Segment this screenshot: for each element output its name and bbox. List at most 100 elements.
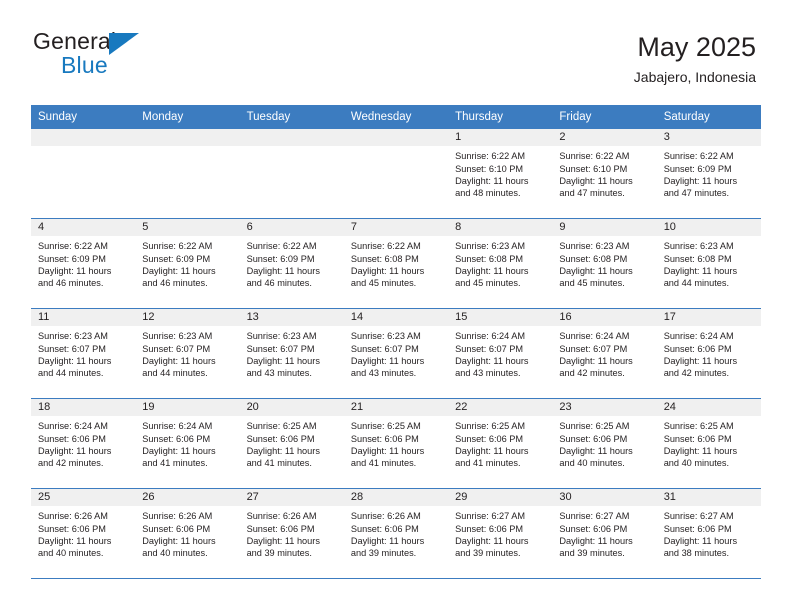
daylight-text-line2: and 45 minutes. [559,277,625,288]
day-number: 3 [656,129,761,147]
sunrise-text: Sunrise: 6:24 AM [38,421,108,432]
daylight-text-line1: Daylight: 11 hours [663,445,738,456]
sunrise-text: Sunrise: 6:22 AM [350,241,421,252]
day-cell[interactable]: 14 Sunrise: 6:23 AM Sunset: 6:07 PM Dayl… [343,309,449,399]
day-cell[interactable]: 20 Sunrise: 6:25 AM Sunset: 6:06 PM Dayl… [239,399,344,489]
weekday-header-monday: Monday [142,111,184,123]
sunset-text: Sunset: 6:06 PM [246,523,315,534]
weekday-header-sunday: Sunday [38,111,78,123]
logo-triangle-icon [109,33,139,55]
day-details: Sunrise: 6:22 AM Sunset: 6:10 PM Dayligh… [552,146,656,199]
sunset-text: Sunset: 6:09 PM [246,253,315,264]
daylight-text-line2: and 46 minutes. [246,277,312,288]
sunrise-text: Sunrise: 6:23 AM [559,241,630,252]
day-cell[interactable]: 18 Sunrise: 6:24 AM Sunset: 6:06 PM Dayl… [31,399,136,489]
weekday-header-friday: Friday [559,111,592,123]
brand-logo[interactable]: General Blue [33,30,183,82]
day-cell[interactable] [239,129,344,219]
day-cell[interactable]: 8 Sunrise: 6:23 AM Sunset: 6:08 PM Dayli… [448,219,553,309]
day-number: 1 [448,129,553,147]
day-cell[interactable]: 28 Sunrise: 6:26 AM Sunset: 6:06 PM Dayl… [343,489,449,579]
day-number: 6 [239,219,344,237]
day-details: Sunrise: 6:25 AM Sunset: 6:06 PM Dayligh… [448,416,552,469]
day-cell[interactable]: 15 Sunrise: 6:24 AM Sunset: 6:07 PM Dayl… [448,309,553,399]
daylight-text-line2: and 39 minutes. [559,547,625,558]
daylight-text-line1: Daylight: 11 hours [663,175,738,186]
day-cell[interactable] [343,129,449,219]
day-cell[interactable]: 12 Sunrise: 6:23 AM Sunset: 6:07 PM Dayl… [135,309,240,399]
sunset-text: Sunset: 6:07 PM [455,343,524,354]
day-cell[interactable]: 25 Sunrise: 6:26 AM Sunset: 6:06 PM Dayl… [31,489,136,579]
day-cell[interactable]: 19 Sunrise: 6:24 AM Sunset: 6:06 PM Dayl… [135,399,240,489]
sunset-text: Sunset: 6:06 PM [559,523,628,534]
sunrise-text: Sunrise: 6:23 AM [246,331,317,342]
daylight-text-line1: Daylight: 11 hours [38,265,112,276]
daylight-text-line2: and 43 minutes. [455,367,521,378]
day-cell[interactable]: 22 Sunrise: 6:25 AM Sunset: 6:06 PM Dayl… [448,399,553,489]
day-number: 27 [239,489,344,507]
day-details: Sunrise: 6:26 AM Sunset: 6:06 PM Dayligh… [31,506,135,559]
sunrise-text: Sunrise: 6:26 AM [142,511,213,522]
day-number: 29 [448,489,553,507]
day-cell[interactable] [135,129,240,219]
day-cell[interactable]: 6 Sunrise: 6:22 AM Sunset: 6:09 PM Dayli… [239,219,344,309]
weekday-header-tuesday: Tuesday [246,111,291,123]
day-cell[interactable] [31,129,136,219]
sunrise-text: Sunrise: 6:25 AM [246,421,317,432]
week-row: 25 Sunrise: 6:26 AM Sunset: 6:06 PM Dayl… [31,489,761,580]
daylight-text-line2: and 46 minutes. [38,277,104,288]
day-cell[interactable]: 2 Sunrise: 6:22 AM Sunset: 6:10 PM Dayli… [552,129,657,219]
daylight-text-line1: Daylight: 11 hours [663,355,738,366]
sunrise-text: Sunrise: 6:23 AM [142,331,213,342]
day-number: 28 [343,489,449,507]
day-details: Sunrise: 6:23 AM Sunset: 6:07 PM Dayligh… [135,326,239,379]
day-cell[interactable]: 3 Sunrise: 6:22 AM Sunset: 6:09 PM Dayli… [656,129,761,219]
logo-text-general: General [33,28,117,54]
daylight-text-line1: Daylight: 11 hours [455,535,529,546]
sunrise-text: Sunrise: 6:25 AM [663,421,734,432]
calendar-page: General Blue May 2025 Jabajero, Indonesi… [0,0,792,612]
day-cell[interactable]: 24 Sunrise: 6:25 AM Sunset: 6:06 PM Dayl… [656,399,761,489]
daylight-text-line2: and 44 minutes. [663,277,730,288]
sunrise-text: Sunrise: 6:25 AM [350,421,421,432]
day-cell[interactable]: 17 Sunrise: 6:24 AM Sunset: 6:06 PM Dayl… [656,309,761,399]
daylight-text-line2: and 42 minutes. [663,367,730,378]
sunset-text: Sunset: 6:07 PM [38,343,106,354]
daylight-text-line2: and 43 minutes. [246,367,312,378]
day-cell[interactable]: 27 Sunrise: 6:26 AM Sunset: 6:06 PM Dayl… [239,489,344,579]
day-cell[interactable]: 4 Sunrise: 6:22 AM Sunset: 6:09 PM Dayli… [31,219,136,309]
daylight-text-line2: and 40 minutes. [663,457,730,468]
page-header: General Blue May 2025 Jabajero, Indonesi… [0,0,792,100]
week-row: 4 Sunrise: 6:22 AM Sunset: 6:09 PM Dayli… [31,219,761,310]
day-cell[interactable]: 26 Sunrise: 6:26 AM Sunset: 6:06 PM Dayl… [135,489,240,579]
day-cell[interactable]: 1 Sunrise: 6:22 AM Sunset: 6:10 PM Dayli… [448,129,553,219]
daylight-text-line1: Daylight: 11 hours [246,535,320,546]
day-cell[interactable]: 9 Sunrise: 6:23 AM Sunset: 6:08 PM Dayli… [552,219,657,309]
sunset-text: Sunset: 6:08 PM [559,253,628,264]
daylight-text-line2: and 45 minutes. [350,277,417,288]
sunrise-text: Sunrise: 6:23 AM [663,241,734,252]
daylight-text-line2: and 39 minutes. [246,547,312,558]
day-details: Sunrise: 6:25 AM Sunset: 6:06 PM Dayligh… [240,416,344,469]
day-cell[interactable]: 5 Sunrise: 6:22 AM Sunset: 6:09 PM Dayli… [135,219,240,309]
day-number: 19 [135,399,240,417]
day-details: Sunrise: 6:26 AM Sunset: 6:06 PM Dayligh… [240,506,344,559]
day-cell[interactable]: 21 Sunrise: 6:25 AM Sunset: 6:06 PM Dayl… [343,399,449,489]
day-cell[interactable]: 11 Sunrise: 6:23 AM Sunset: 6:07 PM Dayl… [31,309,136,399]
daylight-text-line2: and 38 minutes. [663,547,730,558]
day-cell[interactable]: 13 Sunrise: 6:23 AM Sunset: 6:07 PM Dayl… [239,309,344,399]
sunset-text: Sunset: 6:06 PM [38,433,106,444]
day-details: Sunrise: 6:27 AM Sunset: 6:06 PM Dayligh… [552,506,656,559]
day-number [343,129,449,147]
day-cell[interactable]: 16 Sunrise: 6:24 AM Sunset: 6:07 PM Dayl… [552,309,657,399]
day-cell[interactable]: 29 Sunrise: 6:27 AM Sunset: 6:06 PM Dayl… [448,489,553,579]
day-cell[interactable]: 30 Sunrise: 6:27 AM Sunset: 6:06 PM Dayl… [552,489,657,579]
day-cell[interactable]: 31 Sunrise: 6:27 AM Sunset: 6:06 PM Dayl… [656,489,761,579]
day-number: 20 [239,399,344,417]
weekday-header-row: Sunday Monday Tuesday Wednesday Thursday… [31,105,761,130]
day-cell[interactable]: 23 Sunrise: 6:25 AM Sunset: 6:06 PM Dayl… [552,399,657,489]
day-cell[interactable]: 7 Sunrise: 6:22 AM Sunset: 6:08 PM Dayli… [343,219,449,309]
weekday-header-wednesday: Wednesday [350,111,412,123]
day-cell[interactable]: 10 Sunrise: 6:23 AM Sunset: 6:08 PM Dayl… [656,219,761,309]
day-number: 10 [656,219,761,237]
